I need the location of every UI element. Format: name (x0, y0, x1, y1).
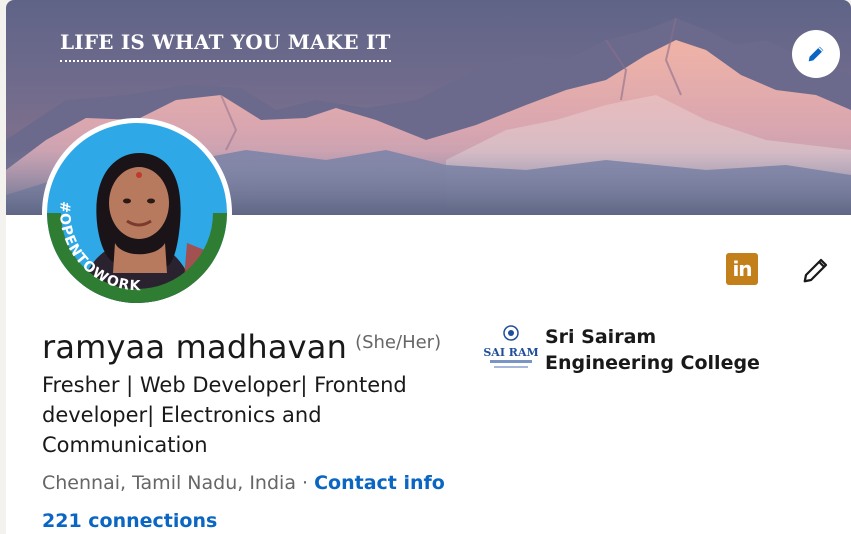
college-name: Sri Sairam Engineering College (545, 326, 760, 374)
connections-link[interactable]: 221 connections (42, 510, 217, 532)
pencil-icon (803, 258, 828, 283)
profile-pronouns: (She/Her) (355, 332, 442, 353)
edit-profile-button[interactable] (798, 252, 834, 288)
profile-name: ramyaa madhavan (42, 328, 348, 366)
linkedin-icon[interactable]: in (726, 253, 758, 285)
pencil-icon (808, 46, 824, 62)
college-logo: SAI RAM (484, 322, 538, 376)
profile-card: LIFE IS WHAT YOU MAKE IT #OPENTOWORK in … (6, 0, 851, 534)
banner-quote: LIFE IS WHAT YOU MAKE IT (60, 30, 391, 62)
location-row: Chennai, Tamil Nadu, India · Contact inf… (42, 472, 445, 494)
profile-location: Chennai, Tamil Nadu, India (42, 472, 296, 494)
contact-info-link[interactable]: Contact info (314, 472, 445, 494)
avatar-image: #OPENTOWORK (47, 123, 227, 303)
separator-dot: · (302, 472, 309, 494)
name-row: ramyaa madhavan (She/Her) (42, 328, 441, 366)
college-logo-text: SAI RAM (484, 346, 538, 359)
edit-banner-button[interactable] (792, 30, 840, 78)
profile-headline: Fresher | Web Developer| Frontend develo… (42, 373, 407, 457)
profile-photo[interactable]: #OPENTOWORK (42, 118, 232, 308)
